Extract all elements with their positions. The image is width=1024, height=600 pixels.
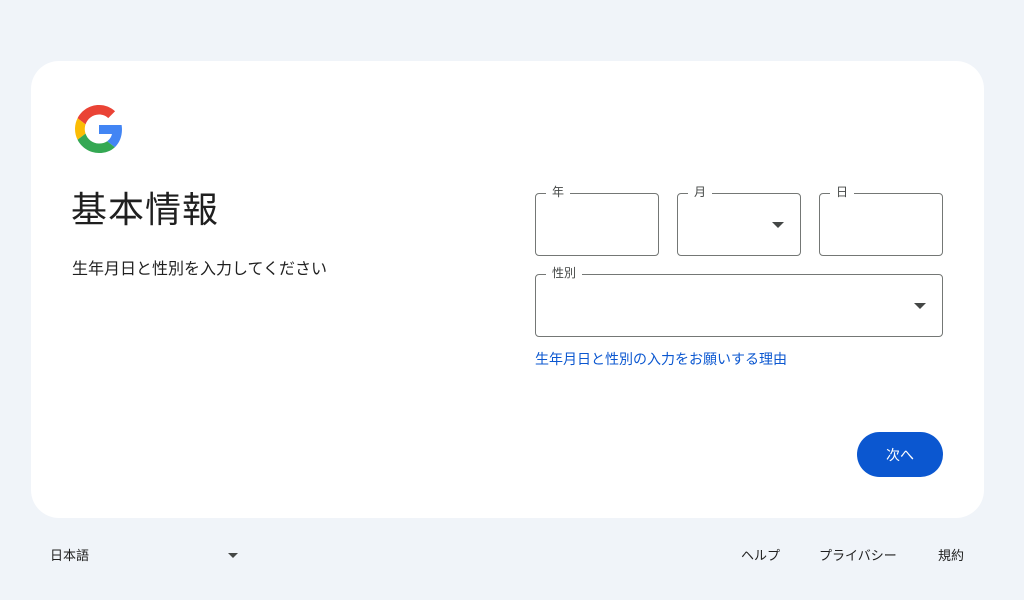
page-title: 基本情報 [71,190,220,231]
help-link[interactable]: ヘルプ [741,545,780,564]
chevron-down-icon [914,302,926,309]
chevron-down-icon [228,553,238,558]
year-label: 年 [546,184,571,200]
next-button[interactable]: 次へ [857,432,943,477]
terms-link[interactable]: 規約 [938,545,964,564]
footer: 日本語 ヘルプ プライバシー 規約 [0,540,1024,570]
google-g-icon [75,105,122,153]
language-label: 日本語 [50,549,90,564]
privacy-link[interactable]: プライバシー [819,545,897,564]
gender-label: 性別 [546,265,583,281]
why-birthday-gender-link[interactable]: 生年月日と性別の入力をお願いする理由 [535,349,787,369]
year-field[interactable]: 年 [535,184,659,256]
chevron-down-icon [772,221,784,228]
signup-card: 基本情報 生年月日と性別を入力してください 年 月 日 性別 生年月日と性別の入… [31,61,984,518]
gender-select[interactable]: 性別 [535,265,943,337]
page-subtitle: 生年月日と性別を入力してください [72,259,328,278]
month-label: 月 [688,184,713,200]
language-select[interactable]: 日本語 [50,545,240,565]
day-label: 日 [830,184,855,200]
day-field[interactable]: 日 [819,184,943,256]
month-select[interactable]: 月 [677,184,801,256]
